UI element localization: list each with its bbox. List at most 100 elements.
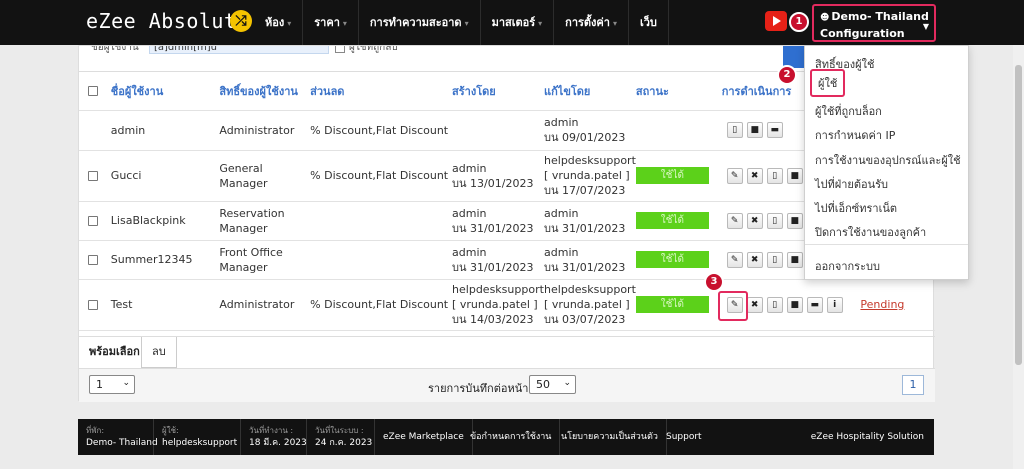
privacy-link[interactable]: นโยบายความเป็นส่วนตัว [553,419,667,455]
support-link[interactable]: Support [658,419,710,455]
cell-status: ใช้ได้ [635,201,722,241]
modified-by: admin [544,245,579,259]
lock-icon[interactable]: ■ [746,122,763,138]
created-on: บน 13/01/2023 [452,176,534,190]
mobile-icon[interactable]: ▯ [726,122,743,138]
pagination-bar: 1 ⌄ รายการบันทึกต่อหน้า 50 ⌄ 1 [79,368,935,402]
user-subtitle: Configuration [820,27,905,40]
mobile-icon[interactable]: ▯ [766,212,783,229]
created-on: บน 14/03/2023 [452,313,534,326]
mobile-icon[interactable]: ▯ [766,251,783,268]
cell-status: ใช้ได้ [635,150,722,202]
menu-label: การตั้งค่า [565,16,610,29]
col-modified-by[interactable]: แก้ไขโดย [544,72,636,111]
chevron-down-icon: ⌄ [563,378,571,388]
modified-on: บน 03/07/2023 [544,313,626,326]
menu-item-blocked-users[interactable]: ผู้ใช้ที่ถูกบล็อก [815,102,882,120]
top-navbar: eZee Absolute ⤮ ห้อง ▾ ราคา ▾ การทำความสะอ… [0,0,1024,45]
app-logo-text: eZee Absolute [86,9,250,33]
cell-modified: admin บน 31/01/2023 [544,240,636,280]
mobile-icon[interactable]: ▯ [766,167,783,184]
brand-text: eZee Hospitality Solution [810,432,924,442]
marketplace-link[interactable]: eZee Marketplace [375,419,473,455]
comment-icon[interactable]: ▬ [806,296,823,313]
created-on: บน 31/01/2023 [452,221,534,235]
delete-icon[interactable]: ✖ [746,251,763,268]
app-logo[interactable]: eZee Absolute [86,9,249,33]
terms-link[interactable]: ข้อกำหนดการใช้งาน [462,419,561,455]
delete-icon[interactable]: ✖ [746,296,763,313]
youtube-icon[interactable] [765,11,787,31]
modified-on: บน 31/01/2023 [544,221,626,235]
col-user-role[interactable]: สิทธิ์ของผู้ใช้งาน [219,72,311,111]
pencil-icon[interactable]: ✎ [726,251,743,268]
per-page-select[interactable]: 50 ⌄ [529,375,576,394]
menu-rooms[interactable]: ห้อง ▾ [254,0,304,45]
menu-rates[interactable]: ราคา ▾ [303,0,359,45]
row-checkbox[interactable] [88,216,98,226]
cell-role: General Manager [219,150,311,202]
status-bar: ที่พัก: Demo- Thailand ผู้ใช้: helpdesksup… [78,419,934,455]
page-button[interactable]: 1 [902,375,924,395]
lock-icon[interactable]: ■ [786,212,803,229]
menu-item-front-desk[interactable]: ไปที่ฝ่ายต้อนรับ [815,175,888,193]
lock-icon[interactable]: ■ [786,167,803,184]
scrollbar-thumb[interactable] [1015,65,1022,365]
chevron-down-icon: ▾ [464,19,469,28]
cell-role: Administrator [219,110,311,151]
status-badge: ใช้ได้ [635,167,709,184]
cell-created: admin บน 31/01/2023 [452,201,545,241]
comment-icon[interactable]: ▬ [766,122,783,138]
row-checkbox[interactable] [88,171,98,181]
created-by: admin [452,206,487,220]
delete-icon[interactable]: ✖ [746,212,763,229]
menu-settings[interactable]: การตั้งค่า ▾ [554,0,629,45]
select-tab[interactable]: พร้อมเลือก [79,337,150,368]
col-status[interactable]: สถานะ [635,72,722,111]
pending-link[interactable]: Pending [860,298,904,311]
pencil-icon[interactable]: ✎ [726,167,743,184]
select-all-checkbox[interactable] [88,86,98,97]
user-name: Demo- Thailand [831,10,929,23]
table-row: Test Administrator % Discount,Flat Disco… [79,279,935,331]
cell-username: Summer12345 [110,240,220,280]
caret-down-icon: ▼ [922,22,929,31]
info-icon[interactable]: i [826,296,843,313]
menu-item-device-usage[interactable]: การใช้งานของอุปกรณ์และผู้ใช้ [815,151,961,169]
user-menu-toggle[interactable]: ☻ Demo- Thailand Configuration ▼ [812,4,936,42]
cell-username: Gucci [110,150,220,202]
menu-item-ip-config[interactable]: การกำหนดค่า IP [815,126,895,144]
chevron-down-icon: ▾ [612,19,617,28]
modified-by: helpdesksupport [ vrunda.patel ] [544,154,636,182]
cell-discount: % Discount,Flat Discount [310,110,453,151]
username-filter-input[interactable]: [a]dmin[m]u [149,46,329,54]
menu-label: ห้อง [265,16,285,29]
row-checkbox[interactable] [88,255,98,265]
page-select[interactable]: 1 ⌄ [89,375,135,394]
col-discount[interactable]: ส่วนลด [310,72,453,111]
row-checkbox[interactable] [88,300,98,310]
col-created-by[interactable]: สร้างโดย [452,72,545,111]
delete-icon[interactable]: ✖ [746,167,763,184]
menu-item-extranet[interactable]: ไปที่เอ็กซ์ทราเน็ต [815,199,897,217]
col-username[interactable]: ชื่อผู้ใช้งาน [110,72,220,111]
delete-tab[interactable]: ลบ [141,337,177,368]
menu-masters[interactable]: มาสเตอร์ ▾ [481,0,555,45]
page-scrollbar[interactable] [1013,45,1024,469]
modified-by: helpdesksupport [ vrunda.patel ] [544,283,636,311]
cell-modified: helpdesksupport [ vrunda.patel ] บน 03/07… [544,279,636,331]
menu-housekeeping[interactable]: การทำความสะอาด ▾ [359,0,481,45]
mobile-icon[interactable]: ▯ [766,296,783,313]
status-badge: ใช้ได้ [635,251,709,268]
menu-item-users[interactable]: ผู้ใช้ [810,69,846,97]
menu-item-disable-customer[interactable]: ปิดการใช้งานของลูกค้า [815,223,926,241]
per-page-value: 50 [536,378,550,391]
pencil-icon[interactable]: ✎ [726,212,743,229]
lock-icon[interactable]: ■ [786,251,803,268]
menu-web[interactable]: เว็บ [629,0,669,45]
menu-item-logout[interactable]: ออกจากระบบ [815,257,880,275]
lock-icon[interactable]: ■ [786,296,803,313]
deleted-users-checkbox[interactable] [335,46,345,53]
page-select-value: 1 [96,378,103,391]
menu-label: ราคา [314,16,340,29]
